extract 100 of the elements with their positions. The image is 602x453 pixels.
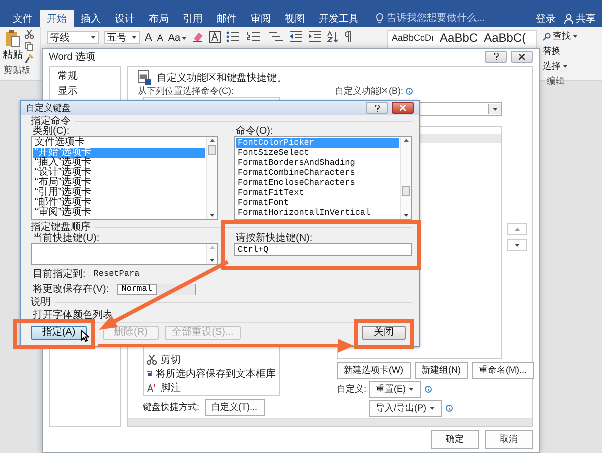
caret-icon <box>492 108 498 110</box>
copy-icon[interactable] <box>25 42 34 51</box>
up-arrow-icon <box>404 139 408 142</box>
paintbrush-icon[interactable] <box>25 54 34 63</box>
ribbon-tab[interactable]: 插入 <box>74 10 108 27</box>
scissors-icon[interactable] <box>25 30 34 39</box>
new-shortcut-field[interactable]: Ctrl+Q <box>234 243 412 256</box>
close-button[interactable] <box>392 102 414 114</box>
command-item[interactable]: FormatFont <box>236 198 399 208</box>
assign-button[interactable]: 指定(A) <box>31 326 87 340</box>
replace-button[interactable]: 替换 <box>543 45 602 58</box>
style-preview[interactable]: AaBbCcDı <box>392 32 434 45</box>
decrease-indent-icon[interactable] <box>288 31 303 43</box>
field-label: 命令(O): <box>236 125 274 138</box>
tab-action-button[interactable]: 新建选项卡(W) <box>337 362 410 379</box>
ribbon-tab[interactable]: 文件 <box>6 10 40 27</box>
scrollbar-thumb[interactable] <box>402 186 410 196</box>
ribbon-tab[interactable]: 审阅 <box>244 10 278 27</box>
command-item[interactable]: FormatHorizontalInVertical <box>236 208 399 218</box>
field-label: 请按新快捷键(N): <box>236 232 313 244</box>
bullet-list-icon[interactable] <box>226 31 242 43</box>
close-dialog-button[interactable]: 关闭 <box>362 326 406 340</box>
category-item[interactable]: “设计”选项卡 <box>33 168 205 178</box>
command-item[interactable]: FormatCombineCharacters <box>236 168 399 178</box>
help-button[interactable] <box>366 102 388 114</box>
up-arrow-icon <box>210 139 214 142</box>
vertical-scrollbar[interactable] <box>400 137 411 219</box>
style-preview[interactable]: AaBbC( <box>484 32 526 45</box>
command-item[interactable]: FormatFitText <box>236 188 399 198</box>
nav-item[interactable]: 常规 <box>58 69 112 83</box>
grow-font-button[interactable]: A <box>145 31 152 45</box>
field-label: 目前指定到: <box>33 268 86 281</box>
scrollbar-thumb[interactable] <box>208 145 216 155</box>
ribbon-tab[interactable]: 设计 <box>108 10 142 27</box>
group-label: 剪贴板 <box>3 64 32 77</box>
import-export-button[interactable]: 导入/导出(P) <box>369 400 442 417</box>
dialog-title: 自定义键盘 <box>26 102 71 114</box>
horizontal-scrollbar[interactable] <box>128 418 532 426</box>
ribbon-tab[interactable]: 布局 <box>142 10 176 27</box>
category-item[interactable]: “布局”选项卡 <box>33 178 205 188</box>
character-border-icon[interactable] <box>208 31 221 43</box>
caret-icon <box>182 36 187 40</box>
ribbon-tab[interactable]: 视图 <box>278 10 312 27</box>
paste-button[interactable]: 粘贴 <box>3 30 23 63</box>
ribbon-tab[interactable]: 引用 <box>176 10 210 27</box>
dialog-title: Word 选项 <box>49 50 96 64</box>
command-item[interactable]: 剪切 <box>147 353 276 367</box>
move-down-button[interactable] <box>507 239 527 251</box>
category-item[interactable]: “插入”选项卡 <box>33 158 205 168</box>
ribbon-tab[interactable]: 开始 <box>40 10 74 27</box>
font-name-field[interactable]: 等线 <box>47 31 99 44</box>
share-button[interactable]: 共享 <box>564 12 596 26</box>
ok-button[interactable]: 确定 <box>431 430 479 449</box>
help-button[interactable] <box>485 50 507 62</box>
tell-me-field[interactable]: 告诉我您想要做什么... <box>387 13 507 24</box>
question-icon <box>374 104 380 112</box>
group-heading: 说明 <box>31 296 51 309</box>
reset-button[interactable]: 重置(E) <box>369 381 421 398</box>
change-case-button[interactable]: Aa <box>168 31 187 45</box>
command-item[interactable]: FontSizeSelect <box>236 148 399 158</box>
caret-icon <box>409 388 414 391</box>
multilevel-list-icon[interactable] <box>268 31 284 43</box>
pilcrow-icon[interactable] <box>344 31 353 43</box>
command-item[interactable]: FormatBordersAndShading <box>236 158 399 168</box>
info-icon <box>406 88 412 95</box>
close-button[interactable] <box>511 50 533 62</box>
assigned-command: ResetPara <box>94 269 140 279</box>
customize-keyboard-button[interactable]: 自定义(T)... <box>204 399 265 416</box>
field-label: 从下列位置选择命令(C): <box>138 85 235 98</box>
sign-in-link[interactable]: 登录 <box>536 12 556 26</box>
command-item[interactable]: FormatEncloseCharacters <box>236 178 399 188</box>
nav-item[interactable]: 显示 <box>58 84 112 98</box>
category-item[interactable]: “审阅”选项卡 <box>33 208 205 218</box>
clipboard-icon <box>5 30 21 48</box>
command-item[interactable]: 将所选内容保存到文本框库 <box>147 367 276 381</box>
font-size-field[interactable]: 五号 <box>104 31 140 44</box>
ribbon-tab[interactable]: 开发工具 <box>312 10 366 27</box>
field-label: 将更改保存在(V): <box>33 283 110 296</box>
cancel-button[interactable]: 取消 <box>485 430 533 449</box>
category-item[interactable]: “引用”选项卡 <box>33 188 205 198</box>
find-button[interactable]: 查找 <box>543 30 602 43</box>
shrink-font-button[interactable]: A <box>157 31 164 45</box>
ribbon-tab[interactable]: 邮件 <box>210 10 244 27</box>
eraser-icon[interactable] <box>192 31 204 43</box>
command-list[interactable]: FontColorPicker FontSizeSelect FormatBordersAndShading FormatCombineCharacters FormatEncloseCharacters FormatFitText FormatFont FormatHorizontalInVertical <box>234 136 412 220</box>
caret-icon <box>573 35 578 38</box>
field-label: 当前快捷键(U): <box>33 232 100 244</box>
category-item[interactable]: “邮件”选项卡 <box>33 198 205 208</box>
category-item[interactable]: 文件选项卡 <box>33 138 205 148</box>
vertical-scrollbar[interactable] <box>206 137 217 219</box>
command-item[interactable]: 脚注 <box>147 381 276 395</box>
tab-action-button[interactable]: 重命名(M)... <box>472 362 534 379</box>
increase-indent-icon[interactable] <box>308 31 322 43</box>
caret-icon <box>563 65 568 68</box>
numbered-list-icon[interactable] <box>246 31 263 43</box>
select-button[interactable]: 选择 <box>543 60 602 73</box>
style-preview[interactable]: AaBbC <box>440 32 478 45</box>
sort-icon[interactable] <box>326 31 339 43</box>
tab-action-button[interactable]: 新建组(N) <box>414 362 468 379</box>
vertical-scrollbar[interactable] <box>206 244 217 264</box>
